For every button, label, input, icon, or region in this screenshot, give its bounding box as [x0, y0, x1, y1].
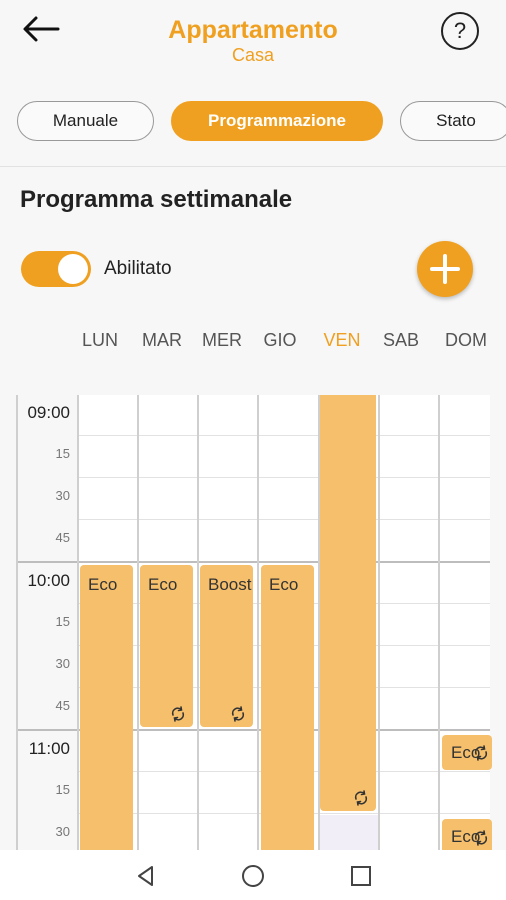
day-header-mar[interactable]: MAR [132, 330, 192, 351]
time-label: 30 [55, 824, 70, 839]
tab-manuale[interactable]: Manuale [17, 101, 154, 141]
schedule-grid[interactable]: 09:00 15 30 45 10:00 15 30 45 11:00 15 3… [0, 395, 506, 850]
day-header-gio[interactable]: GIO [250, 330, 310, 351]
nav-back-icon[interactable] [134, 864, 158, 888]
time-label: 30 [55, 488, 70, 503]
add-button[interactable] [417, 241, 473, 297]
grid-line [16, 395, 18, 850]
time-label: 09:00 [27, 403, 70, 422]
time-label: 15 [55, 446, 70, 461]
divider [0, 166, 506, 167]
grid-line [378, 395, 380, 850]
schedule-block[interactable]: Eco [261, 565, 314, 850]
help-button[interactable]: ? [441, 12, 479, 50]
grid-line-hour [16, 561, 490, 563]
repeat-icon [171, 706, 185, 722]
day-header-ven[interactable]: VEN [312, 330, 372, 351]
time-label: 10:00 [27, 571, 70, 590]
block-label: Eco [88, 575, 118, 594]
block-label: Boost [208, 575, 252, 594]
repeat-icon [231, 706, 245, 722]
tab-programmazione[interactable]: Programmazione [171, 101, 383, 141]
day-header-sab[interactable]: SAB [371, 330, 431, 351]
time-label: 45 [55, 698, 70, 713]
tab-stato[interactable]: Stato [400, 101, 506, 141]
grid-line [197, 395, 199, 850]
grid-line [438, 395, 440, 850]
nav-home-icon[interactable] [241, 864, 265, 888]
schedule-block[interactable]: Eco [80, 565, 133, 850]
system-navigation-bar [0, 850, 506, 900]
day-header-lun[interactable]: LUN [70, 330, 130, 351]
schedule-block[interactable]: Eco [442, 735, 492, 770]
enabled-toggle[interactable] [21, 251, 91, 287]
block-label: Eco [269, 575, 299, 594]
repeat-icon [474, 830, 488, 846]
page-subtitle: Casa [231, 45, 275, 65]
grid-line [78, 477, 490, 478]
toggle-knob [58, 254, 88, 284]
block-label: Eco [148, 575, 178, 594]
day-header-mer[interactable]: MER [192, 330, 252, 351]
repeat-icon [474, 745, 488, 761]
grid-line [257, 395, 259, 850]
toggle-label: Abilitato [104, 258, 172, 279]
nav-recents-icon[interactable] [349, 864, 373, 888]
repeat-icon [354, 790, 368, 806]
time-label: 15 [55, 614, 70, 629]
help-icon: ? [453, 18, 467, 43]
time-label: 11:00 [28, 739, 70, 758]
time-label: 45 [55, 530, 70, 545]
time-label: 30 [55, 656, 70, 671]
grid-line [77, 395, 79, 850]
grid-line [78, 519, 490, 520]
schedule-block[interactable] [320, 395, 376, 811]
time-label: 15 [55, 782, 70, 797]
empty-slot[interactable] [320, 815, 378, 850]
section-title: Programma settimanale [20, 186, 293, 213]
day-header-dom[interactable]: DOM [436, 330, 496, 351]
grid-line [78, 435, 490, 436]
schedule-block[interactable]: Eco [140, 565, 193, 727]
page-title: Appartamento [168, 16, 338, 44]
schedule-block[interactable]: Eco [442, 819, 492, 850]
grid-line [137, 395, 139, 850]
schedule-block[interactable]: Boost [200, 565, 253, 727]
